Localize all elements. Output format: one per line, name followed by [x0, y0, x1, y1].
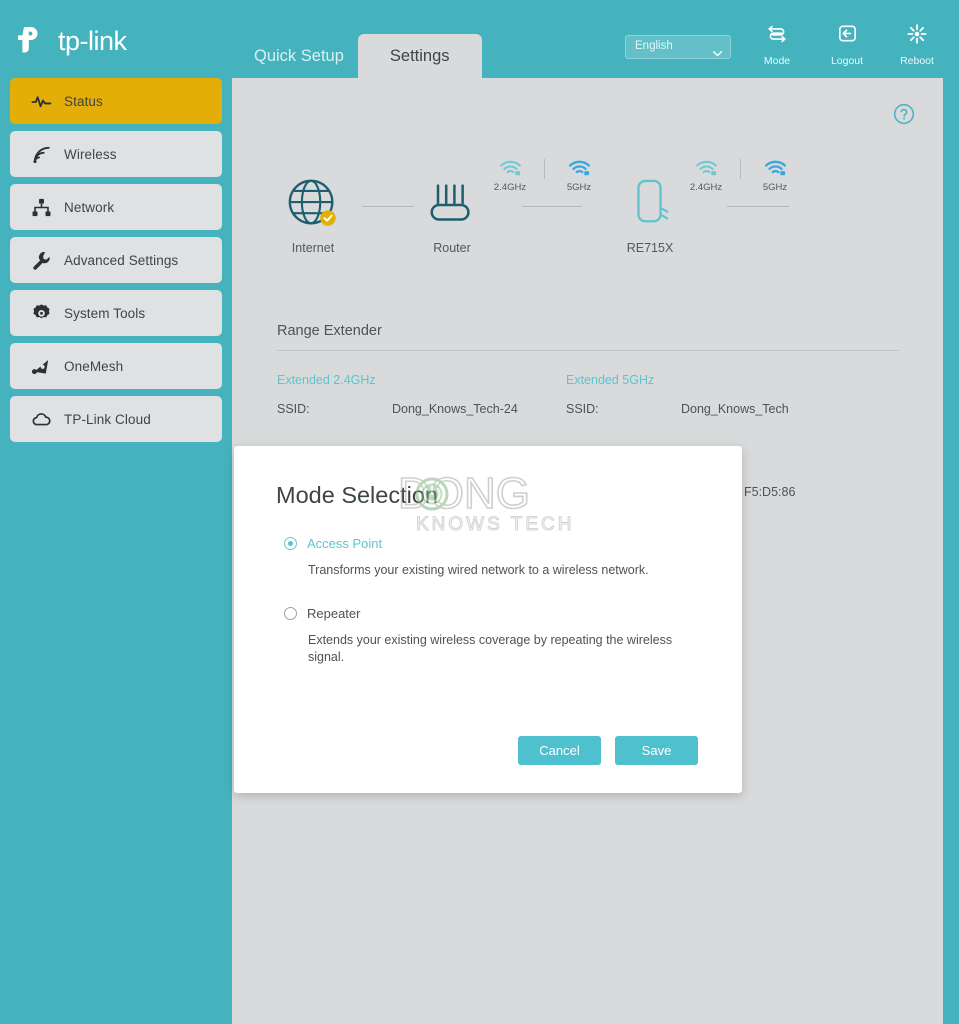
tab-quick-setup[interactable]: Quick Setup: [240, 34, 358, 78]
sidebar-item-status[interactable]: Status: [10, 78, 222, 124]
sidebar-item-label: Status: [64, 93, 103, 109]
globe-icon: [258, 173, 368, 235]
wrench-icon: [31, 250, 52, 271]
sidebar-item-label: System Tools: [64, 305, 146, 321]
band-divider: [740, 159, 741, 179]
pulse-icon: [31, 91, 52, 112]
extended-5ghz-ssid-row: SSID: Dong_Knows_Tech: [566, 402, 886, 416]
topology-node-internet[interactable]: Internet: [258, 173, 368, 255]
network-topology-diagram: Internet Router 2.4GHz 5GHz RE715X 2.4GH…: [232, 148, 943, 258]
sidebar-item-onemesh[interactable]: OneMesh: [10, 343, 222, 389]
extended-2-4ghz-title: Extended 2.4GHz: [277, 373, 376, 387]
sidebar-item-label: OneMesh: [64, 358, 124, 374]
sidebar-item-label: TP-Link Cloud: [64, 411, 151, 427]
topology-link-extender-clients: [727, 206, 789, 207]
tp-link-logo-text: tp-link: [58, 25, 127, 56]
mode-option-access-point[interactable]: Access Point Transforms your existing wi…: [284, 536, 704, 579]
sidebar-item-label: Wireless: [64, 146, 117, 162]
app-header: tp-link Quick Setup Settings English Mod…: [0, 0, 959, 78]
extended-2-4ghz-column: Extended 2.4GHz SSID: Dong_Knows_Tech-24: [277, 373, 597, 429]
save-button[interactable]: Save: [615, 736, 698, 765]
band-2-4ghz-extender: 2.4GHz: [682, 156, 730, 193]
router-admin-page: tp-link Quick Setup Settings English Mod…: [0, 0, 959, 1024]
reboot-button-label: Reboot: [900, 55, 934, 67]
sidebar-item-advanced-settings[interactable]: Advanced Settings: [10, 237, 222, 283]
logout-button[interactable]: Logout: [823, 22, 871, 69]
language-select-value: English: [635, 40, 673, 52]
mac-address-fragment: F5:D5:86: [744, 485, 796, 499]
ssid-value: Dong_Knows_Tech: [681, 402, 789, 416]
mode-swap-icon: [753, 22, 801, 48]
dialog-title: Mode Selection: [276, 482, 438, 508]
network-nodes-icon: [31, 197, 52, 218]
header-controls: English Mode Logout Reboot: [625, 22, 941, 69]
question-circle-icon[interactable]: [893, 103, 915, 125]
topology-node-label: RE715X: [626, 241, 674, 255]
wifi-lock-icon: [682, 156, 730, 180]
sidebar-item-label: Network: [64, 199, 115, 215]
gear-icon: [31, 303, 52, 324]
band-label: 2.4GHz: [493, 182, 527, 193]
router-band-group: 2.4GHz 5GHz: [486, 156, 603, 193]
onemesh-icon: [31, 356, 52, 377]
main-tabs: Quick Setup Settings: [240, 34, 482, 78]
cloud-icon: [31, 409, 52, 430]
ssid-label: SSID:: [277, 402, 310, 416]
dialog-actions: Cancel Save: [234, 736, 742, 765]
wifi-lock-icon: [486, 156, 534, 180]
extended-5ghz-title: Extended 5GHz: [566, 373, 655, 387]
wifi-signal-icon: [31, 144, 52, 165]
range-extender-title: Range Extender: [277, 323, 382, 339]
mode-option-repeater[interactable]: Repeater Extends your existing wireless …: [284, 606, 704, 666]
topology-node-label: Internet: [291, 241, 335, 255]
sidebar-item-tp-link-cloud[interactable]: TP-Link Cloud: [10, 396, 222, 442]
sidebar-item-system-tools[interactable]: System Tools: [10, 290, 222, 336]
logout-icon: [823, 22, 871, 48]
sidebar-item-network[interactable]: Network: [10, 184, 222, 230]
extender-band-group: 2.4GHz 5GHz: [682, 156, 799, 193]
reboot-button[interactable]: Reboot: [893, 22, 941, 69]
wifi-lock-icon: [751, 156, 799, 180]
tab-settings[interactable]: Settings: [357, 34, 482, 78]
ssid-label: SSID:: [566, 402, 599, 416]
tp-link-logo-mark: [14, 23, 50, 59]
chevron-down-icon: [712, 44, 723, 57]
language-select[interactable]: English: [625, 35, 731, 59]
sidebar-item-label: Advanced Settings: [64, 252, 179, 268]
reboot-icon: [893, 22, 941, 48]
topology-node-label: Router: [433, 241, 471, 255]
tp-link-logo: tp-link: [14, 23, 127, 59]
mode-selection-dialog: Mode Selection Access Point Transforms y…: [234, 446, 742, 793]
mode-button-label: Mode: [763, 55, 791, 67]
mode-option-description: Extends your existing wireless coverage …: [308, 633, 673, 664]
cancel-button[interactable]: Cancel: [518, 736, 601, 765]
sidebar-item-wireless[interactable]: Wireless: [10, 131, 222, 177]
logout-button-label: Logout: [830, 55, 864, 67]
extended-2-4ghz-ssid-row: SSID: Dong_Knows_Tech-24: [277, 402, 597, 416]
band-divider: [544, 159, 545, 179]
mode-button[interactable]: Mode: [753, 22, 801, 69]
topology-link-router-extender: [522, 206, 582, 207]
band-2-4ghz-router: 2.4GHz: [486, 156, 534, 193]
ssid-value: Dong_Knows_Tech-24: [392, 402, 518, 416]
band-5ghz-extender: 5GHz: [751, 156, 799, 193]
mode-option-description: Transforms your existing wired network t…: [308, 563, 649, 577]
band-label: 5GHz: [762, 182, 788, 193]
band-label: 2.4GHz: [689, 182, 723, 193]
sidebar-nav: Status Wireless Network Advanced Setting…: [0, 78, 232, 1024]
mode-option-label: Repeater: [307, 606, 361, 621]
radio-access-point[interactable]: [284, 537, 297, 550]
range-extender-divider: [277, 350, 899, 351]
mode-option-label: Access Point: [307, 536, 383, 551]
radio-repeater[interactable]: [284, 607, 297, 620]
extended-5ghz-column: Extended 5GHz SSID: Dong_Knows_Tech: [566, 373, 886, 429]
